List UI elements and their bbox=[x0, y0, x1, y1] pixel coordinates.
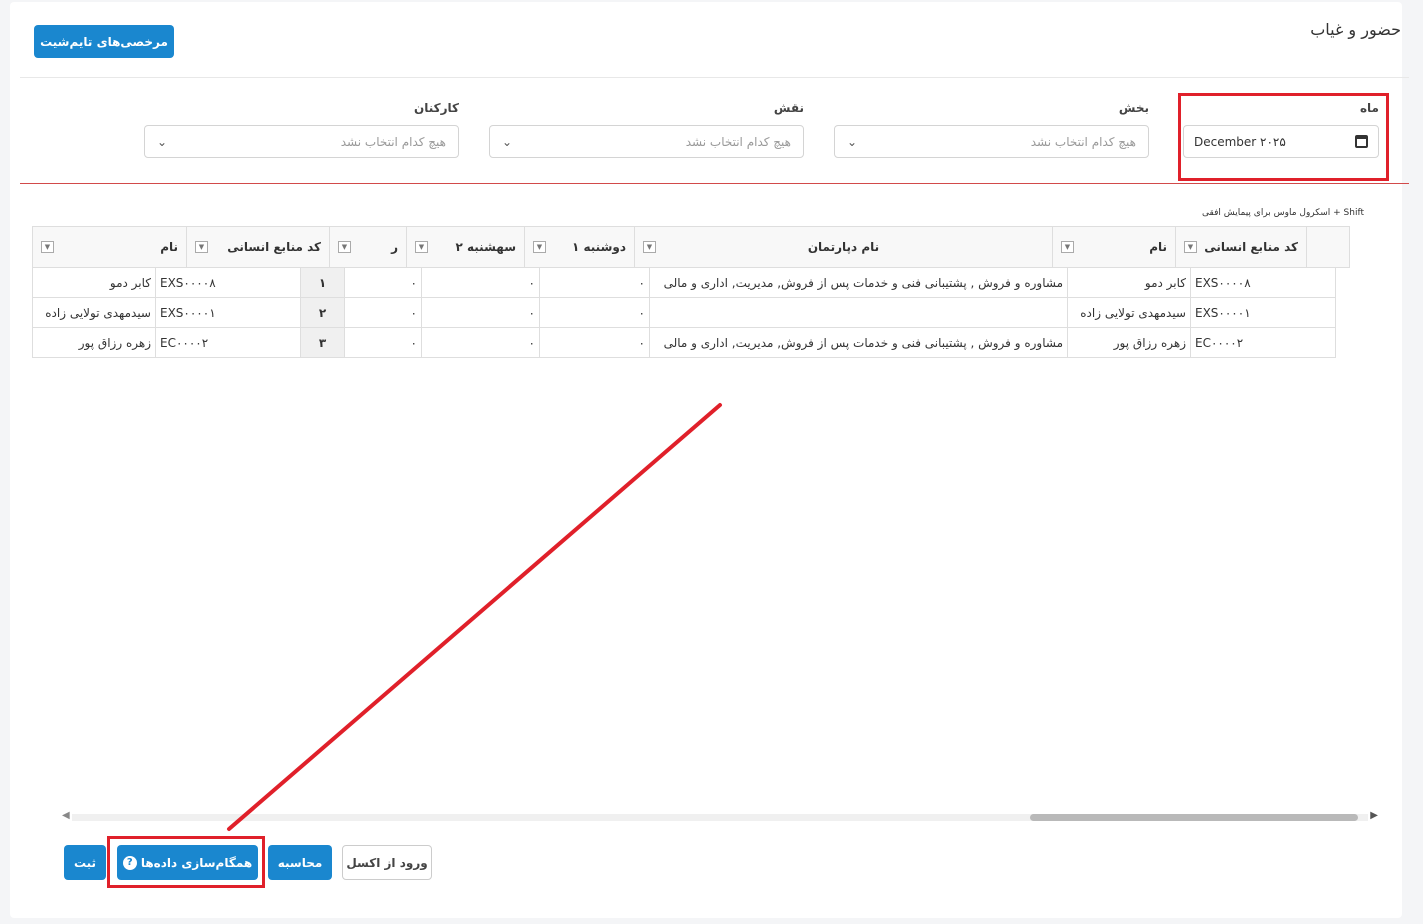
submit-button[interactable]: ثبت bbox=[64, 845, 106, 880]
chevron-down-icon: ⌄ bbox=[847, 134, 858, 149]
filter-icon[interactable]: ▼ bbox=[338, 241, 351, 253]
col-monday-1[interactable]: دوشنبه ۱ ▼ bbox=[524, 226, 635, 268]
cell-hr-code[interactable]: EXS۰۰۰۰۸ bbox=[1190, 267, 1336, 298]
cell-hr-code-2[interactable]: EC۰۰۰۰۲ bbox=[155, 327, 301, 358]
grid-header: کد منابع انسانی ▼ نام ▼ نام دپارتمان ▼ دوشن… bbox=[32, 226, 1350, 268]
staff-placeholder: هیچ کدام انتخاب نشد bbox=[340, 134, 446, 149]
import-excel-button[interactable]: ورود از اکسل bbox=[342, 845, 432, 880]
role-select[interactable]: هیچ کدام انتخاب نشد ⌄ bbox=[489, 125, 804, 158]
cell-day[interactable]: ۰ bbox=[539, 297, 650, 328]
filter-icon[interactable]: ▼ bbox=[533, 241, 546, 253]
table-row[interactable]: EXS۰۰۰۰۸ کابر دمو مشاوره و فروش , پشتیبا… bbox=[32, 267, 1336, 298]
scroll-left-icon[interactable]: ◀ bbox=[62, 810, 70, 821]
cell-day[interactable]: ۰ bbox=[344, 327, 422, 358]
cell-name[interactable]: کابر دمو bbox=[1067, 267, 1191, 298]
chevron-down-icon: ⌄ bbox=[157, 134, 168, 149]
cell-day[interactable]: ۰ bbox=[421, 267, 540, 298]
staff-select[interactable]: هیچ کدام انتخاب نشد ⌄ bbox=[144, 125, 459, 158]
cell-name-2[interactable]: سیدمهدی تولایی زاده bbox=[32, 297, 156, 328]
cell-name[interactable]: سیدمهدی تولایی زاده bbox=[1067, 297, 1191, 328]
cell-department[interactable] bbox=[649, 297, 1068, 328]
col-department[interactable]: نام دپارتمان ▼ bbox=[634, 226, 1053, 268]
scroll-thumb[interactable] bbox=[1030, 814, 1358, 821]
filter-icon[interactable]: ▼ bbox=[195, 241, 208, 253]
col-r[interactable]: ﺭ ▼ bbox=[329, 226, 407, 268]
role-placeholder: هیچ کدام انتخاب نشد bbox=[685, 134, 791, 149]
month-highlight-box bbox=[1178, 93, 1389, 181]
cell-day[interactable]: ۰ bbox=[344, 297, 422, 328]
page-title: حضور و غیاب bbox=[1310, 20, 1401, 39]
col-hr-code-2[interactable]: کد منابع انسانی ▼ bbox=[186, 226, 330, 268]
cell-hr-code[interactable]: EC۰۰۰۰۲ bbox=[1190, 327, 1336, 358]
filter-icon[interactable]: ▼ bbox=[643, 241, 656, 253]
cell-hr-code-2[interactable]: EXS۰۰۰۰۸ bbox=[155, 267, 301, 298]
row-number: ۲ bbox=[300, 297, 345, 328]
col-tuesday-2[interactable]: سهشنبه ۲ ▼ bbox=[406, 226, 525, 268]
row-number: ۱ bbox=[300, 267, 345, 298]
grid-corner bbox=[1306, 226, 1350, 268]
table-row[interactable]: EC۰۰۰۰۲ زهره رزاق پور مشاوره و فروش , پش… bbox=[32, 327, 1336, 358]
header-divider bbox=[20, 77, 1409, 78]
filter-icon[interactable]: ▼ bbox=[41, 241, 54, 253]
filter-icon[interactable]: ▼ bbox=[1061, 241, 1074, 253]
section-label: بخش bbox=[1118, 101, 1149, 115]
col-hr-code[interactable]: کد منابع انسانی ▼ bbox=[1175, 226, 1307, 268]
cell-day[interactable]: ۰ bbox=[421, 327, 540, 358]
scroll-hint: Shift + اسکرول ماوس برای پیمایش افقی bbox=[1202, 208, 1364, 218]
filter-icon[interactable]: ▼ bbox=[415, 241, 428, 253]
filters-divider bbox=[20, 183, 1409, 184]
staff-label: کارکنان bbox=[413, 101, 459, 115]
cell-department[interactable]: مشاوره و فروش , پشتیبانی فنی و خدمات پس … bbox=[649, 267, 1068, 298]
calculate-button[interactable]: محاسبه bbox=[268, 845, 332, 880]
cell-day[interactable]: ۰ bbox=[539, 327, 650, 358]
grid-body: EXS۰۰۰۰۸ کابر دمو مشاوره و فروش , پشتیبا… bbox=[32, 267, 1336, 358]
role-label: نقش bbox=[773, 101, 804, 115]
row-number: ۳ bbox=[300, 327, 345, 358]
col-name[interactable]: نام ▼ bbox=[1052, 226, 1176, 268]
chevron-down-icon: ⌄ bbox=[502, 134, 513, 149]
cell-hr-code[interactable]: EXS۰۰۰۰۱ bbox=[1190, 297, 1336, 328]
sync-highlight-box bbox=[107, 836, 265, 888]
table-row[interactable]: EXS۰۰۰۰۱ سیدمهدی تولایی زاده ۰ ۰ ۰ ۲ EXS… bbox=[32, 297, 1336, 328]
scroll-right-icon[interactable]: ▶ bbox=[1370, 810, 1378, 821]
cell-day[interactable]: ۰ bbox=[421, 297, 540, 328]
timesheet-leave-button[interactable]: مرخصی‌های تایم‌شیت bbox=[34, 25, 174, 58]
col-name-2[interactable]: نام ▼ bbox=[32, 226, 187, 268]
section-select[interactable]: هیچ کدام انتخاب نشد ⌄ bbox=[834, 125, 1149, 158]
cell-name-2[interactable]: زهره رزاق پور bbox=[32, 327, 156, 358]
horizontal-scrollbar[interactable]: ◀ ▶ bbox=[62, 810, 1378, 824]
cell-name[interactable]: زهره رزاق پور bbox=[1067, 327, 1191, 358]
cell-department[interactable]: مشاوره و فروش , پشتیبانی فنی و خدمات پس … bbox=[649, 327, 1068, 358]
cell-day[interactable]: ۰ bbox=[539, 267, 650, 298]
cell-hr-code-2[interactable]: EXS۰۰۰۰۱ bbox=[155, 297, 301, 328]
cell-day[interactable]: ۰ bbox=[344, 267, 422, 298]
filter-icon[interactable]: ▼ bbox=[1184, 241, 1197, 253]
cell-name-2[interactable]: کابر دمو bbox=[32, 267, 156, 298]
section-placeholder: هیچ کدام انتخاب نشد bbox=[1030, 134, 1136, 149]
